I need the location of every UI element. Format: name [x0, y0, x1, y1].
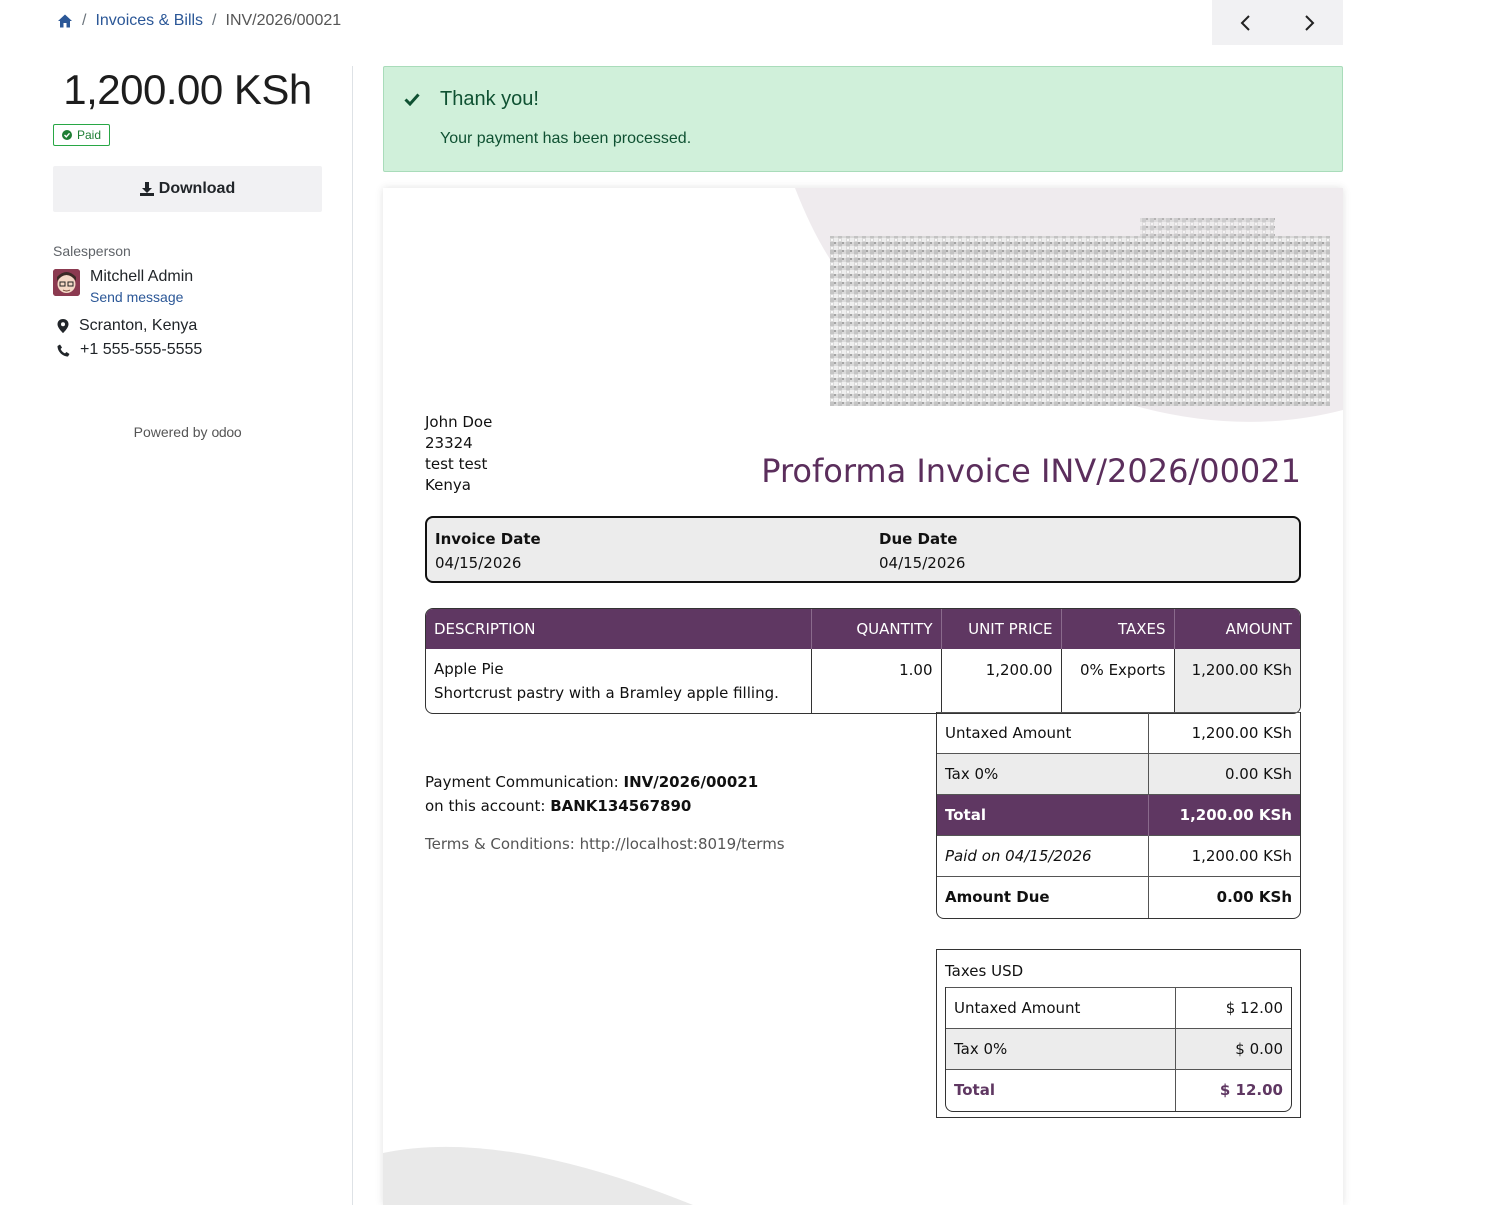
- salesperson-name: Mitchell Admin: [90, 268, 194, 285]
- invoice-document: John Doe 23324 test test Kenya Proforma …: [383, 188, 1343, 1205]
- download-label: Download: [158, 180, 236, 197]
- line-taxes: 0% Exports: [1060, 649, 1174, 713]
- usd-untaxed-amount: $ 12.00: [1174, 987, 1291, 1029]
- totals-row: Untaxed Amount 1,200.00 KSh: [937, 712, 1300, 754]
- totals-row: Untaxed Amount $ 12.00: [946, 987, 1291, 1029]
- usd-total-label: Total: [946, 1069, 1175, 1111]
- tax-amount: 0.00 KSh: [1147, 753, 1300, 795]
- salesperson-label: Salesperson: [53, 243, 131, 259]
- customer-country: Kenya: [425, 476, 471, 494]
- product-description: Shortcrust pastry with a Bramley apple f…: [434, 684, 779, 702]
- download-button[interactable]: Download: [53, 166, 322, 212]
- untaxed-amount: 1,200.00 KSh: [1147, 712, 1300, 754]
- due-date-label: Due Date: [879, 530, 958, 548]
- map-marker-icon: [57, 319, 69, 333]
- chevron-right-icon: [1305, 14, 1315, 31]
- total-label: Total: [937, 794, 1148, 836]
- phone-text: +1 555-555-5555: [80, 341, 203, 358]
- powered-by: Powered by odoo: [53, 424, 322, 440]
- check-circle-icon: [62, 130, 72, 140]
- due-date: 04/15/2026: [879, 554, 966, 572]
- breadcrumb: / Invoices & Bills / INV/2026/00021: [57, 12, 341, 30]
- usd-tax-amount: $ 0.00: [1174, 1028, 1291, 1070]
- totals-row: Paid on 04/15/2026 1,200.00 KSh: [937, 835, 1300, 877]
- customer-name: John Doe: [425, 413, 493, 431]
- payment-success-alert: Thank you! Your payment has been process…: [383, 66, 1343, 172]
- status-badge: Paid: [53, 124, 111, 146]
- powered-by-label: Powered by: [133, 424, 208, 440]
- avatar: [53, 269, 80, 296]
- line-description: Apple Pie Shortcrust pastry with a Braml…: [426, 649, 811, 713]
- column-header: QUANTITY: [810, 609, 941, 649]
- send-message-link[interactable]: Send message: [90, 289, 183, 305]
- payment-communication: Payment Communication: INV/2026/00021 on…: [425, 770, 758, 818]
- amount-due: 0.00 KSh: [1147, 876, 1300, 918]
- totals-row: Amount Due 0.00 KSh: [937, 876, 1300, 918]
- customer-address: John Doe 23324 test test Kenya: [425, 412, 492, 496]
- invoice-amount: 1,200.00 KSh: [63, 66, 312, 113]
- status-badge-label: Paid: [77, 128, 102, 142]
- odoo-logo[interactable]: odoo: [211, 424, 241, 440]
- alert-title: Thank you!: [440, 88, 539, 110]
- product-name: Apple Pie: [434, 660, 504, 678]
- invoice-dates: Invoice Date 04/15/2026 Due Date 04/15/2…: [425, 516, 1301, 583]
- column-header: UNIT PRICE: [940, 609, 1061, 649]
- next-record-button[interactable]: [1278, 0, 1344, 45]
- usd-total-amount: $ 12.00: [1174, 1069, 1291, 1111]
- sidebar-divider: [352, 66, 353, 1205]
- amount-due-label: Amount Due: [937, 876, 1148, 918]
- invoice-title: Proforma Invoice INV/2026/00021: [761, 452, 1301, 490]
- terms-conditions: Terms & Conditions: http://localhost:801…: [425, 835, 785, 853]
- customer-address-line: test test: [425, 455, 488, 473]
- salesperson-location: Scranton, Kenya: [57, 317, 197, 335]
- record-pager: [1212, 0, 1343, 45]
- alert-message: Your payment has been processed.: [440, 130, 692, 147]
- breadcrumb-separator: /: [212, 12, 217, 29]
- home-icon[interactable]: [57, 13, 73, 29]
- payment-communication-label: Payment Communication:: [425, 773, 619, 791]
- table-row: Apple Pie Shortcrust pastry with a Braml…: [426, 649, 1300, 713]
- tax-label: Tax 0%: [937, 753, 1148, 795]
- usd-tax-label: Tax 0%: [946, 1028, 1175, 1070]
- totals-row: Total 1,200.00 KSh: [937, 794, 1300, 836]
- taxes-usd-box: Taxes USD Untaxed Amount $ 12.00 Tax 0% …: [936, 949, 1301, 1118]
- line-unit-price: 1,200.00: [940, 649, 1061, 713]
- salesperson-phone: +1 555-555-5555: [57, 341, 202, 359]
- taxes-usd-header: Taxes USD: [945, 962, 1024, 980]
- check-icon: [404, 93, 420, 106]
- bank-account: BANK134567890: [550, 797, 692, 815]
- totals-row: Tax 0% 0.00 KSh: [937, 753, 1300, 795]
- column-header: DESCRIPTION: [426, 609, 811, 649]
- invoice-totals: Untaxed Amount 1,200.00 KSh Tax 0% 0.00 …: [936, 712, 1301, 919]
- invoice-date: 04/15/2026: [435, 554, 522, 572]
- usd-untaxed-label: Untaxed Amount: [946, 987, 1175, 1029]
- paid-amount: 1,200.00 KSh: [1147, 835, 1300, 877]
- phone-icon: [57, 344, 70, 356]
- total-amount: 1,200.00 KSh: [1147, 794, 1300, 836]
- line-amount: 1,200.00 KSh: [1173, 649, 1300, 713]
- sidebar: 1,200.00 KSh Paid Download Salesperson M…: [53, 66, 322, 440]
- column-header: AMOUNT: [1173, 609, 1300, 649]
- paid-on-label: Paid on 04/15/2026: [937, 835, 1148, 877]
- invoice-date-label: Invoice Date: [435, 530, 541, 548]
- totals-row: Tax 0% $ 0.00: [946, 1028, 1291, 1070]
- location-text: Scranton, Kenya: [79, 317, 198, 334]
- totals-row: Total $ 12.00: [946, 1069, 1291, 1111]
- payment-reference: INV/2026/00021: [623, 773, 759, 791]
- account-label: on this account:: [425, 797, 546, 815]
- download-icon: [139, 182, 154, 196]
- breadcrumb-separator: /: [82, 12, 87, 29]
- chevron-left-icon: [1240, 14, 1250, 31]
- taxes-usd-table: Untaxed Amount $ 12.00 Tax 0% $ 0.00 Tot…: [945, 987, 1292, 1112]
- invoice-lines-table: DESCRIPTION QUANTITY UNIT PRICE TAXES AM…: [425, 608, 1301, 714]
- previous-record-button[interactable]: [1212, 0, 1278, 45]
- breadcrumb-current: INV/2026/00021: [225, 12, 342, 29]
- untaxed-amount-label: Untaxed Amount: [937, 712, 1148, 754]
- company-logo: [830, 218, 1330, 406]
- breadcrumb-invoices-link[interactable]: Invoices & Bills: [95, 12, 203, 30]
- line-quantity: 1.00: [810, 649, 941, 713]
- customer-address-line: 23324: [425, 434, 473, 452]
- footer-decoration: [383, 1146, 693, 1205]
- column-header: TAXES: [1060, 609, 1174, 649]
